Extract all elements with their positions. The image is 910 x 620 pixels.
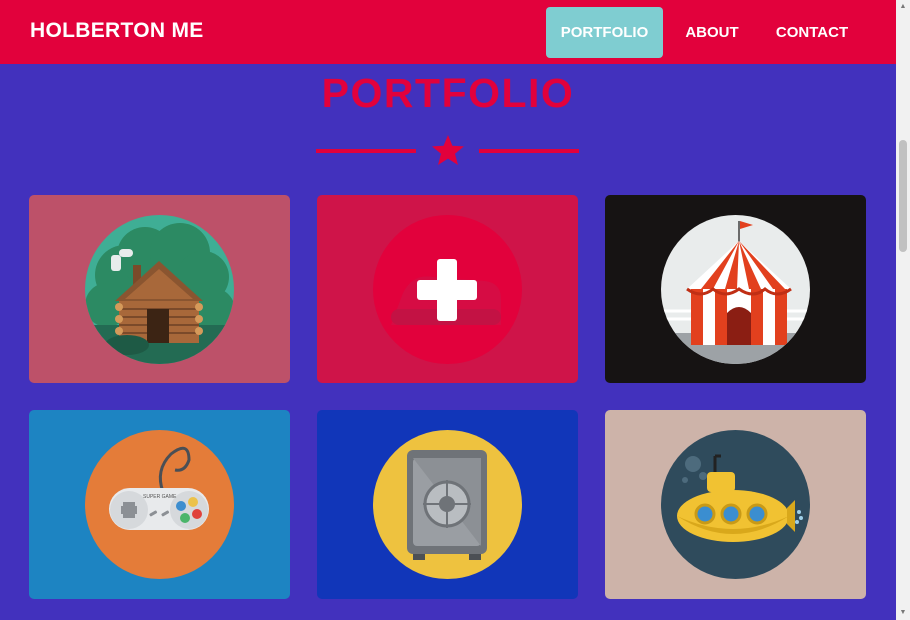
portfolio-card-submarine[interactable] bbox=[605, 410, 866, 599]
scroll-up-arrow-icon[interactable]: ▲ bbox=[896, 0, 910, 14]
navbar: HOLBERTON ME PORTFOLIO ABOUT CONTACT bbox=[0, 0, 896, 64]
submarine-icon bbox=[661, 430, 810, 579]
scrollbar[interactable]: ▲ ▼ bbox=[896, 0, 910, 620]
portfolio-card-circus[interactable] bbox=[605, 195, 866, 383]
svg-text:SUPER GAME: SUPER GAME bbox=[143, 494, 177, 500]
log-cabin-icon bbox=[85, 215, 234, 364]
portfolio-card-controller[interactable]: SUPER GAME bbox=[29, 410, 290, 599]
portfolio-card-cabin[interactable] bbox=[29, 195, 290, 383]
section-title: PORTFOLIO bbox=[321, 70, 575, 116]
divider-line-right bbox=[479, 149, 579, 153]
circus-tent-icon bbox=[661, 215, 810, 364]
nav-link-portfolio[interactable]: PORTFOLIO bbox=[546, 7, 663, 58]
plus-icon bbox=[373, 215, 522, 364]
safe-icon bbox=[373, 430, 522, 579]
scrollbar-thumb[interactable] bbox=[899, 140, 907, 252]
divider-line-left bbox=[316, 149, 416, 153]
scroll-down-arrow-icon[interactable]: ▼ bbox=[896, 606, 910, 620]
star-icon bbox=[432, 135, 464, 165]
nav-link-contact[interactable]: CONTACT bbox=[762, 7, 862, 58]
game-controller-icon: SUPER GAME bbox=[85, 430, 234, 579]
portfolio-card-plus[interactable] bbox=[317, 195, 578, 383]
nav-link-about[interactable]: ABOUT bbox=[672, 7, 752, 58]
portfolio-card-safe[interactable] bbox=[317, 410, 578, 599]
brand-logo[interactable]: HOLBERTON ME bbox=[30, 19, 204, 43]
